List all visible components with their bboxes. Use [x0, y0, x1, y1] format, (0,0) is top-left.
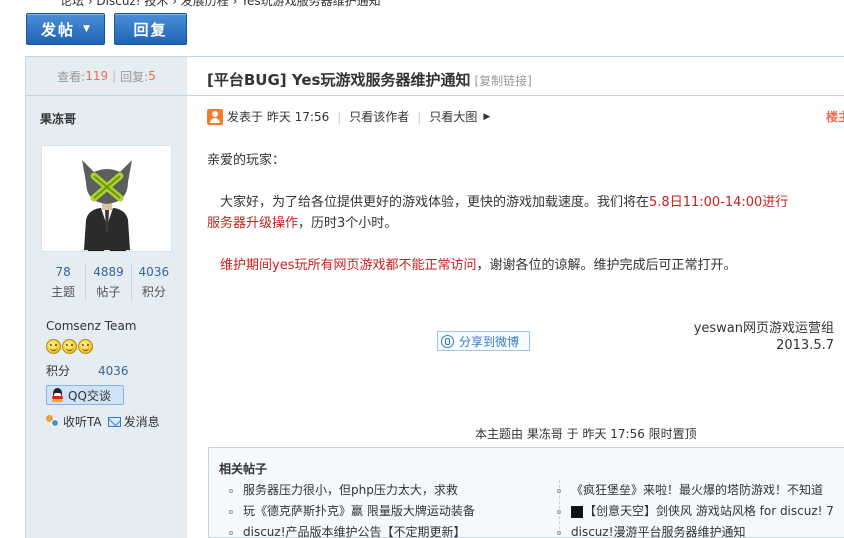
- author-name[interactable]: 果冻哥: [40, 110, 76, 127]
- floor-label[interactable]: 楼主: [826, 108, 844, 125]
- list-item[interactable]: 服务器压力很小，但php压力太大，求救: [229, 480, 475, 501]
- posted-time: 发表于 昨天 17:56: [227, 110, 330, 124]
- author-actions: 收听TA 发消息: [46, 413, 160, 430]
- related-threads: 相关帖子 服务器压力很小，但php压力太大，求救 玩《德克萨斯扑克》赢 限量版大…: [208, 447, 844, 538]
- list-item[interactable]: discuz!漫游平台服务器维护通知: [557, 522, 834, 538]
- copy-link[interactable]: [复制链接]: [474, 74, 531, 88]
- stat-threads[interactable]: 78 主题: [41, 265, 87, 300]
- replies-count: 5: [148, 69, 156, 83]
- new-post-label: 发帖: [41, 20, 76, 39]
- large-image-link[interactable]: 只看大图: [429, 108, 477, 125]
- thread-stats: 查看: 119 | 回复: 5: [26, 57, 187, 96]
- credits-row: 积分 4036: [46, 364, 129, 378]
- paragraph-1: 大家好，为了给各位提供更好的游戏体验，更快的游戏加载速度。我们将在5.8日11:…: [220, 195, 789, 210]
- triangle-right-icon[interactable]: ▶: [483, 112, 490, 122]
- caret-down-icon: ▼: [83, 24, 90, 34]
- paragraph-1-cont: 服务器升级操作，历时3个小时。: [207, 216, 398, 231]
- reply-button[interactable]: 回复: [114, 13, 187, 45]
- views-count: 119: [85, 69, 109, 83]
- user-group[interactable]: Comsenz Team: [46, 319, 136, 333]
- smile-icon: [62, 339, 77, 354]
- list-item[interactable]: 玩《德克萨斯扑克》赢 限量版大牌运动装备: [229, 501, 475, 522]
- signature-date: 2013.5.7: [776, 338, 834, 353]
- only-author-link[interactable]: 只看该作者: [349, 108, 409, 125]
- share-weibo-button[interactable]: 分享到微博: [437, 331, 530, 351]
- signature-team: yeswan网页游戏运营组: [693, 321, 834, 336]
- avatar[interactable]: [41, 145, 172, 252]
- black-block-icon: [571, 505, 583, 518]
- thread-title: [平台BUG] Yes玩游戏服务器维护通知 [复制链接]: [207, 71, 532, 89]
- follow-link[interactable]: 收听TA: [63, 413, 102, 430]
- list-item[interactable]: discuz!产品版本维护公告【不定期更新】: [229, 522, 475, 538]
- author-stats: 78 主题 4889 帖子 4036 积分: [41, 265, 176, 300]
- paragraph-2: 维护期间yes玩所有网页游戏都不能正常访问，谢谢各位的谅解。维护完成后可正常打开…: [220, 258, 737, 273]
- sticky-note: 本主题由 果冻哥 于 昨天 17:56 限时置顶: [475, 427, 697, 441]
- stat-credits[interactable]: 4036 积分: [132, 265, 176, 300]
- related-right-list: 《疯狂堡垒》来啦！最火爆的塔防游戏！不知道 【创意天空】剑侠风 游戏站风格 fo…: [557, 480, 834, 538]
- list-item[interactable]: 【创意天空】剑侠风 游戏站风格 for discuz! 7: [557, 501, 834, 522]
- related-title: 相关帖子: [219, 462, 268, 476]
- stat-posts[interactable]: 4889 帖子: [86, 265, 132, 300]
- smile-icon: [46, 339, 61, 354]
- list-item[interactable]: 《疯狂堡垒》来啦！最火爆的塔防游戏！不知道: [557, 480, 834, 501]
- weibo-icon: [441, 334, 454, 348]
- post-info: 发表于 昨天 17:56 | 只看该作者 | 只看大图 ▶: [207, 108, 490, 125]
- mail-icon: [107, 416, 121, 427]
- follow-icon: [46, 415, 60, 428]
- send-message-link[interactable]: 发消息: [124, 413, 160, 430]
- user-icon: [207, 108, 223, 125]
- thread-header: [平台BUG] Yes玩游戏服务器维护通知 [复制链接]: [187, 57, 844, 96]
- author-sidebar: 查看: 119 | 回复: 5 果冻哥 78 主题 4889 帖子 4036 积…: [25, 57, 187, 538]
- new-post-button[interactable]: 发帖 ▼: [26, 13, 105, 45]
- qq-chat-button[interactable]: QQ交谈: [46, 385, 124, 405]
- smile-icon: [78, 339, 93, 354]
- qq-penguin-icon: [51, 388, 64, 402]
- related-left-list: 服务器压力很小，但php压力太大，求救 玩《德克萨斯扑克》赢 限量版大牌运动装备…: [229, 480, 475, 538]
- greeting: 亲爱的玩家：: [207, 153, 286, 168]
- rank-icons: [46, 339, 93, 354]
- breadcrumb: 论坛 › Discuz! 技术 › 发展历程 › Yes玩游戏服务器维护通知: [60, 0, 381, 8]
